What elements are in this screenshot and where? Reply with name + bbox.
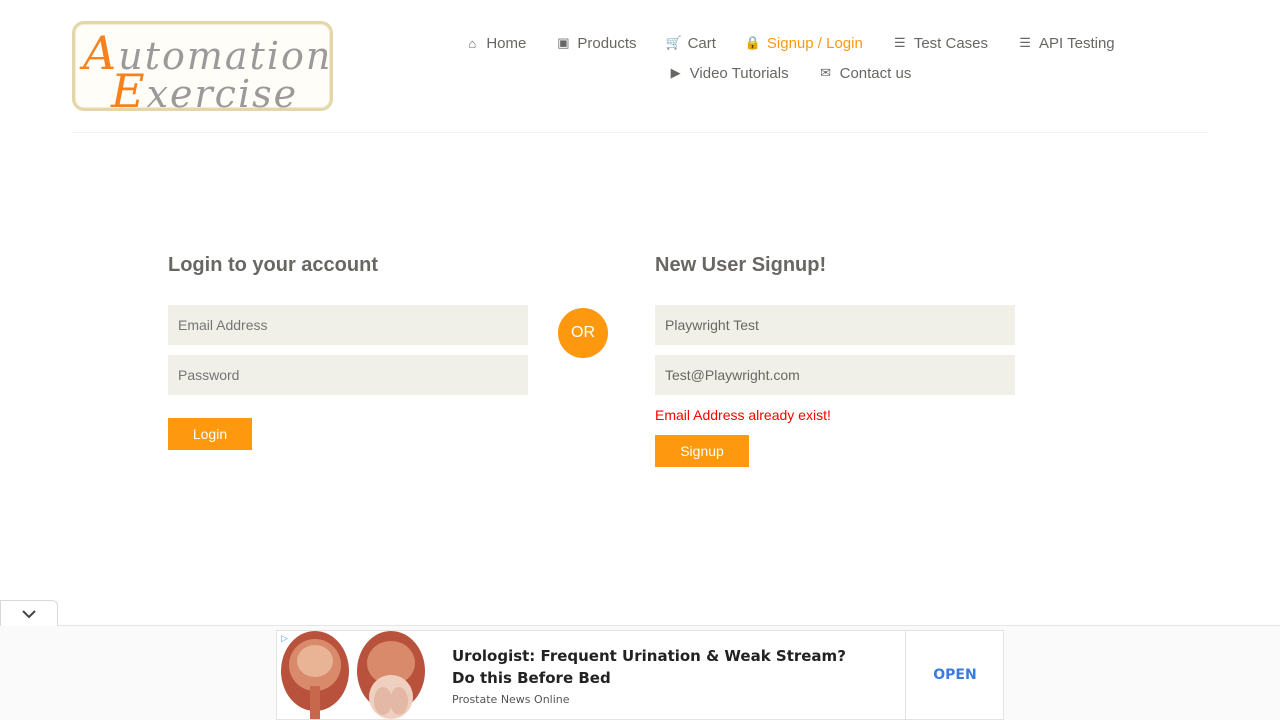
nav-item-test-cases[interactable]: ☰ Test Cases	[893, 35, 988, 52]
ad-collapse-button[interactable]	[0, 600, 58, 626]
signup-button[interactable]: Signup	[655, 435, 749, 467]
logo-text-2: xercise	[146, 72, 299, 116]
briefcase-icon: ▣	[557, 35, 570, 50]
ad-choices-icon[interactable]: ▷	[281, 633, 288, 644]
nav-item-label: Home	[486, 34, 527, 52]
login-form: Login to your account Login	[168, 252, 528, 450]
nav-item-api-testing[interactable]: ☰ API Testing	[1018, 34, 1115, 52]
nav-item-cart[interactable]: 🛒 Cart	[665, 34, 716, 52]
nav-row-primary: ⌂ Home ▣ Products 🛒 Cart 🔒 Signup / Login ☰ Test …	[440, 28, 1140, 58]
nav-item-label: API Testing	[1039, 34, 1115, 52]
login-email-input[interactable]	[168, 305, 528, 345]
ad-image[interactable]	[277, 631, 429, 719]
login-password-input[interactable]	[168, 355, 528, 395]
nav-item-label: Signup / Login	[766, 34, 863, 52]
nav-row-secondary: ▶ Video Tutorials ✉ Contact us	[440, 58, 1140, 88]
home-icon: ⌂	[468, 35, 477, 51]
signup-name-input[interactable]	[655, 305, 1015, 345]
ad-banner[interactable]: ▷ Urologist: Frequent Urination & Weak S…	[276, 630, 1004, 720]
login-button[interactable]: Login	[168, 418, 252, 450]
site-logo[interactable]: Automation Exercise	[72, 21, 333, 118]
signup-form: New User Signup! Email Address already e…	[655, 252, 1015, 467]
logo-line-2: Exercise	[111, 64, 298, 118]
main-nav: ⌂ Home ▣ Products 🛒 Cart 🔒 Signup / Login ☰ Test …	[440, 28, 1140, 88]
or-badge: OR	[558, 308, 608, 358]
logo-cap-e: E	[111, 64, 147, 118]
list-icon: ☰	[1019, 35, 1031, 50]
nav-item-label: Contact us	[839, 64, 912, 82]
signup-error-message: Email Address already exist!	[655, 407, 831, 423]
ad-open-button[interactable]: OPEN	[906, 631, 1004, 719]
ad-source: Prostate News Online	[452, 693, 570, 706]
nav-item-contact-us[interactable]: ✉ Contact us	[819, 64, 912, 82]
list-icon: ☰	[894, 35, 906, 50]
nav-item-home[interactable]: ⌂ Home	[465, 35, 526, 52]
nav-item-video-tutorials[interactable]: ▶ Video Tutorials	[669, 65, 789, 82]
header-divider	[72, 132, 1208, 133]
nav-item-label: Cart	[687, 34, 716, 52]
youtube-icon: ▶	[670, 65, 681, 80]
nav-item-products[interactable]: ▣ Products	[556, 35, 636, 52]
login-title: Login to your account	[168, 254, 378, 276]
page: Automation Exercise ⌂ Home ▣ Products 🛒 Cart 🔒…	[0, 0, 1280, 720]
cart-icon: 🛒	[665, 35, 682, 50]
ad-title[interactable]: Urologist: Frequent Urination & Weak Str…	[452, 645, 872, 689]
chevron-down-icon	[22, 609, 36, 618]
nav-item-label: Test Cases	[913, 34, 989, 52]
nav-item-label: Products	[577, 34, 637, 52]
nav-item-signup-login[interactable]: 🔒 Signup / Login	[744, 34, 863, 52]
nav-item-label: Video Tutorials	[689, 64, 789, 82]
lock-icon: 🔒	[744, 35, 761, 50]
signup-title: New User Signup!	[655, 254, 827, 276]
envelope-icon: ✉	[820, 65, 832, 80]
signup-email-input[interactable]	[655, 355, 1015, 395]
